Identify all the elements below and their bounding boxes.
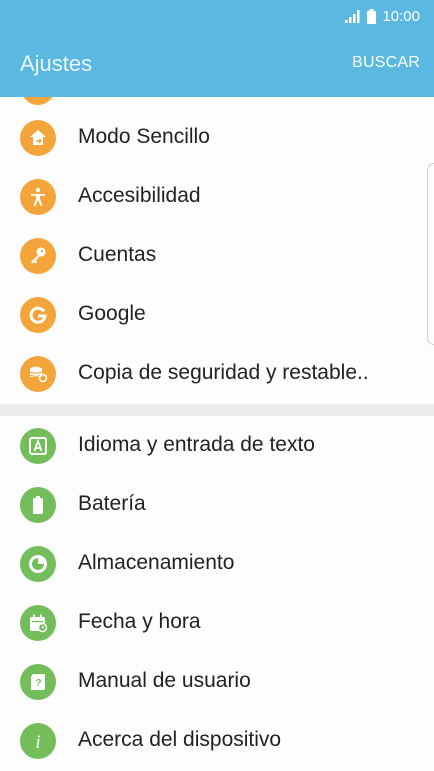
settings-item-fecha-y-hora[interactable]: Fecha y hora — [0, 593, 434, 652]
settings-item-google[interactable]: Google — [0, 285, 434, 344]
settings-group-1: Modo Sencillo Accesibilidad Cuentas Goog… — [0, 97, 434, 404]
signal-icon — [345, 10, 361, 23]
settings-item-modo-sencillo[interactable]: Modo Sencillo — [0, 108, 434, 167]
settings-item-label: Accesibilidad — [78, 184, 201, 207]
settings-item-label: Manual de usuario — [78, 669, 251, 692]
google-icon — [20, 297, 56, 333]
settings-item-bateria[interactable]: Batería — [0, 475, 434, 534]
settings-group-2: Idioma y entrada de texto Batería Almace… — [0, 416, 434, 771]
settings-item-label: Almacenamiento — [78, 551, 235, 574]
storage-icon — [20, 546, 56, 582]
easy-mode-icon — [20, 120, 56, 156]
key-icon — [20, 238, 56, 274]
svg-text:i: i — [35, 732, 40, 752]
manual-icon: ? — [20, 664, 56, 700]
settings-item-label: Google — [78, 302, 146, 325]
settings-item-almacenamiento[interactable]: Almacenamiento — [0, 534, 434, 593]
status-bar: 10:00 — [0, 0, 434, 33]
accessibility-icon — [20, 179, 56, 215]
page-title: Ajustes — [20, 51, 93, 76]
settings-item-idioma[interactable]: Idioma y entrada de texto — [0, 416, 434, 475]
language-icon — [20, 428, 56, 464]
settings-item-copia-de-seguridad[interactable]: Copia de seguridad y restable.. — [0, 344, 434, 403]
settings-item-acerca-del-dispositivo[interactable]: i Acerca del dispositivo — [0, 711, 434, 770]
settings-item-label: Batería — [78, 492, 146, 515]
settings-item-cuentas[interactable]: Cuentas — [0, 226, 434, 285]
calendar-icon — [20, 605, 56, 641]
status-time: 10:00 — [382, 8, 420, 25]
settings-item-label: Modo Sencillo — [78, 125, 210, 148]
settings-item-label: Cuentas — [78, 243, 157, 266]
battery-icon — [20, 487, 56, 523]
settings-item-label: Fecha y hora — [78, 610, 201, 633]
partial-settings-icon — [21, 97, 55, 105]
settings-list[interactable]: Modo Sencillo Accesibilidad Cuentas Goog… — [0, 97, 434, 771]
svg-text:?: ? — [35, 678, 41, 689]
settings-item-accesibilidad[interactable]: Accesibilidad — [0, 167, 434, 226]
search-button[interactable]: BUSCAR — [352, 54, 420, 72]
battery-icon — [367, 9, 377, 24]
edge-panel-handle[interactable] — [427, 163, 434, 345]
backup-icon — [20, 356, 56, 392]
settings-item-label: Copia de seguridad y restable.. — [78, 361, 369, 384]
group-divider — [0, 404, 434, 416]
settings-item-label: Acerca del dispositivo — [78, 728, 282, 751]
settings-item-label: Idioma y entrada de texto — [78, 433, 315, 456]
info-icon: i — [20, 723, 56, 759]
app-bar: Ajustes BUSCAR — [0, 33, 434, 97]
settings-item-manual[interactable]: ? Manual de usuario — [0, 652, 434, 711]
